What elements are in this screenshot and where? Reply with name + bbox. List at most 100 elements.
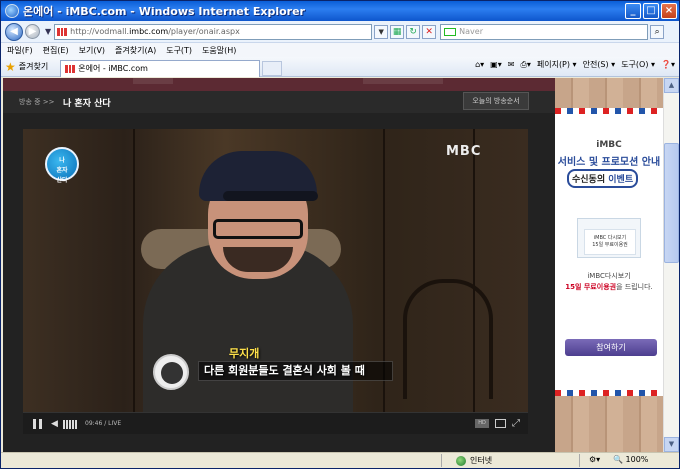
ad-brand: iMBC [596, 140, 622, 150]
tab-title: 온에어 - iMBC.com [78, 64, 148, 73]
wood-bottom-decoration [555, 396, 663, 452]
status-separator [441, 454, 442, 467]
show-logo-line: 산다 [56, 177, 68, 184]
playback-time: 09:46 / LIVE [85, 420, 122, 427]
new-tab-button[interactable] [262, 60, 283, 76]
refresh-button[interactable]: ↻ [406, 24, 421, 39]
video-player[interactable]: 나 혼자 산다 MBC 무지개 다른 회원분들도 결혼식 사회 볼 때 [23, 129, 528, 412]
command-safety[interactable]: 안전(S) ▾ [583, 59, 616, 70]
zone-label: 인터넷 [470, 456, 493, 465]
voucher-line: iMBC 다시보기 [593, 235, 627, 241]
search-icon[interactable]: ⌕ [650, 24, 665, 39]
zoom-icon: 🔍 [613, 455, 623, 464]
protected-mode-icon[interactable]: ⚙▾ [589, 455, 600, 464]
status-bar: 인터넷 ⚙▾ 🔍 100% [1, 452, 679, 468]
tab-favicon-icon [65, 64, 76, 73]
schedule-button[interactable]: 오늘의 방송순서 [463, 92, 529, 110]
show-logo-line: 혼자 [56, 167, 68, 174]
person-glasses [213, 219, 303, 239]
command-page[interactable]: 페이지(P) ▾ [537, 59, 577, 70]
ad-pill-rest: 이벤트 [605, 175, 634, 185]
menu-bar: 파일(F) 편집(E) 보기(V) 즐겨찾기(A) 도구(T) 도움말(H) [1, 43, 679, 57]
mail-icon[interactable]: ✉ [508, 60, 515, 69]
site-favicon-icon [57, 27, 68, 36]
fullscreen-icon[interactable]: ⤢ [512, 418, 520, 429]
favorites-label[interactable]: 즐겨찾기 [19, 61, 48, 72]
back-button[interactable]: ◀ [5, 22, 23, 41]
print-icon[interactable]: ⎙▾ [520, 60, 530, 70]
breadcrumb: 방송 중 >> [19, 98, 55, 106]
zoom-control[interactable]: 🔍 100% [613, 455, 648, 464]
status-separator [579, 454, 580, 467]
subtitle-tag: 무지개 [229, 347, 260, 360]
ad-headline: 서비스 및 프로모션 안내 [557, 157, 661, 168]
envelope-graphic: iMBC 다시보기 15일 무료이용권 [577, 218, 641, 258]
help-icon[interactable]: ❓▾ [661, 60, 675, 69]
search-input[interactable]: Naver [440, 23, 649, 40]
url-prefix: http://vodmall. [70, 27, 130, 36]
ad-pill-main: 수신동의 [572, 175, 606, 185]
show-logo-line: 나 [59, 157, 65, 164]
scroll-up-button[interactable]: ▲ [664, 78, 679, 93]
search-placeholder: Naver [459, 27, 483, 36]
volume-icon[interactable]: ◀ [51, 419, 58, 429]
sidebar-ad[interactable]: iMBC 서비스 및 프로모션 안내 수신동의 이벤트 iMBC 다시보기 15… [555, 78, 663, 452]
player-controls: ◀ 09:46 / LIVE HD ⤢ [23, 412, 528, 434]
maximize-button[interactable]: □ [643, 3, 659, 19]
ad-pill: 수신동의 이벤트 [567, 169, 639, 188]
ad-desc-highlight: 15일 무료이용권 [565, 283, 617, 291]
search-provider-icon [444, 27, 457, 36]
voucher-card: iMBC 다시보기 15일 무료이용권 [584, 229, 636, 255]
site-nav-item[interactable] [363, 78, 443, 84]
address-dropdown-button[interactable]: ▼ [374, 24, 389, 39]
onair-header: 방송 중 >> 나 혼자 산다 오늘의 방송순서 [3, 91, 555, 113]
channel-logo: MBC [446, 144, 482, 159]
home-icon[interactable]: ⌂▾ [475, 60, 484, 69]
menu-favorites[interactable]: 즐겨찾기(A) [115, 45, 156, 56]
wood-top-decoration [555, 78, 663, 108]
scroll-thumb[interactable] [664, 143, 679, 263]
history-dropdown-icon[interactable]: ▼ [45, 27, 51, 36]
browser-window: 온에어 - iMBC.com - Windows Internet Explor… [0, 0, 680, 469]
compatibility-icon[interactable]: ▦ [390, 24, 405, 39]
command-tools[interactable]: 도구(O) ▾ [621, 59, 655, 70]
url-domain: imbc.com [129, 27, 169, 36]
pause-icon[interactable] [33, 419, 42, 429]
program-title: 나 혼자 산다 [63, 99, 111, 109]
menu-tools[interactable]: 도구(T) [166, 45, 192, 56]
security-zone[interactable]: 인터넷 [456, 455, 492, 466]
feeds-icon[interactable]: ▣▾ [490, 60, 502, 69]
window-controls: _ □ × [625, 3, 677, 19]
zoom-level: 100% [625, 455, 649, 464]
ad-desc-tail: 을 드립니다. [616, 283, 653, 291]
hd-toggle[interactable]: HD [475, 419, 489, 428]
menu-edit[interactable]: 편집(E) [43, 45, 69, 56]
show-logo: 나 혼자 산다 [45, 147, 79, 184]
forward-button[interactable]: ▶ [25, 24, 40, 39]
site-nav-item[interactable] [133, 78, 173, 84]
scroll-down-button[interactable]: ▼ [664, 437, 679, 452]
url-suffix: /player/onair.aspx [168, 27, 240, 36]
minimize-button[interactable]: _ [625, 3, 641, 19]
person-cap-brim [223, 191, 318, 201]
close-button[interactable]: × [661, 3, 677, 19]
vertical-scrollbar[interactable]: ▲ ▼ [663, 78, 679, 452]
subtitle-text: 다른 회원분들도 결혼식 사회 볼 때 [204, 364, 365, 377]
title-bar: 온에어 - iMBC.com - Windows Internet Explor… [1, 1, 679, 21]
address-field[interactable]: http://vodmall. imbc.com/player/onair.asp… [54, 23, 373, 40]
menu-view[interactable]: 보기(V) [79, 45, 105, 56]
wall-panel-line [133, 129, 135, 412]
ad-desc-line1: iMBC다시보기 [587, 272, 631, 280]
address-row: ◀ ▶ ▼ http://vodmall. imbc.com/player/ona… [1, 21, 679, 43]
volume-slider[interactable] [63, 420, 77, 429]
menu-file[interactable]: 파일(F) [7, 45, 33, 56]
join-button[interactable]: 참여하기 [565, 339, 657, 356]
voucher-line: 15일 무료이용권 [592, 242, 628, 248]
menu-help[interactable]: 도움말(H) [202, 45, 236, 56]
chair-back [403, 279, 493, 399]
tab-onair[interactable]: 온에어 - iMBC.com [60, 59, 261, 77]
wide-screen-icon[interactable] [495, 419, 506, 428]
window-title: 온에어 - iMBC.com - Windows Internet Explor… [23, 5, 305, 18]
stop-button[interactable]: ✕ [422, 24, 437, 39]
favorites-star-icon[interactable]: ★ [5, 60, 16, 74]
